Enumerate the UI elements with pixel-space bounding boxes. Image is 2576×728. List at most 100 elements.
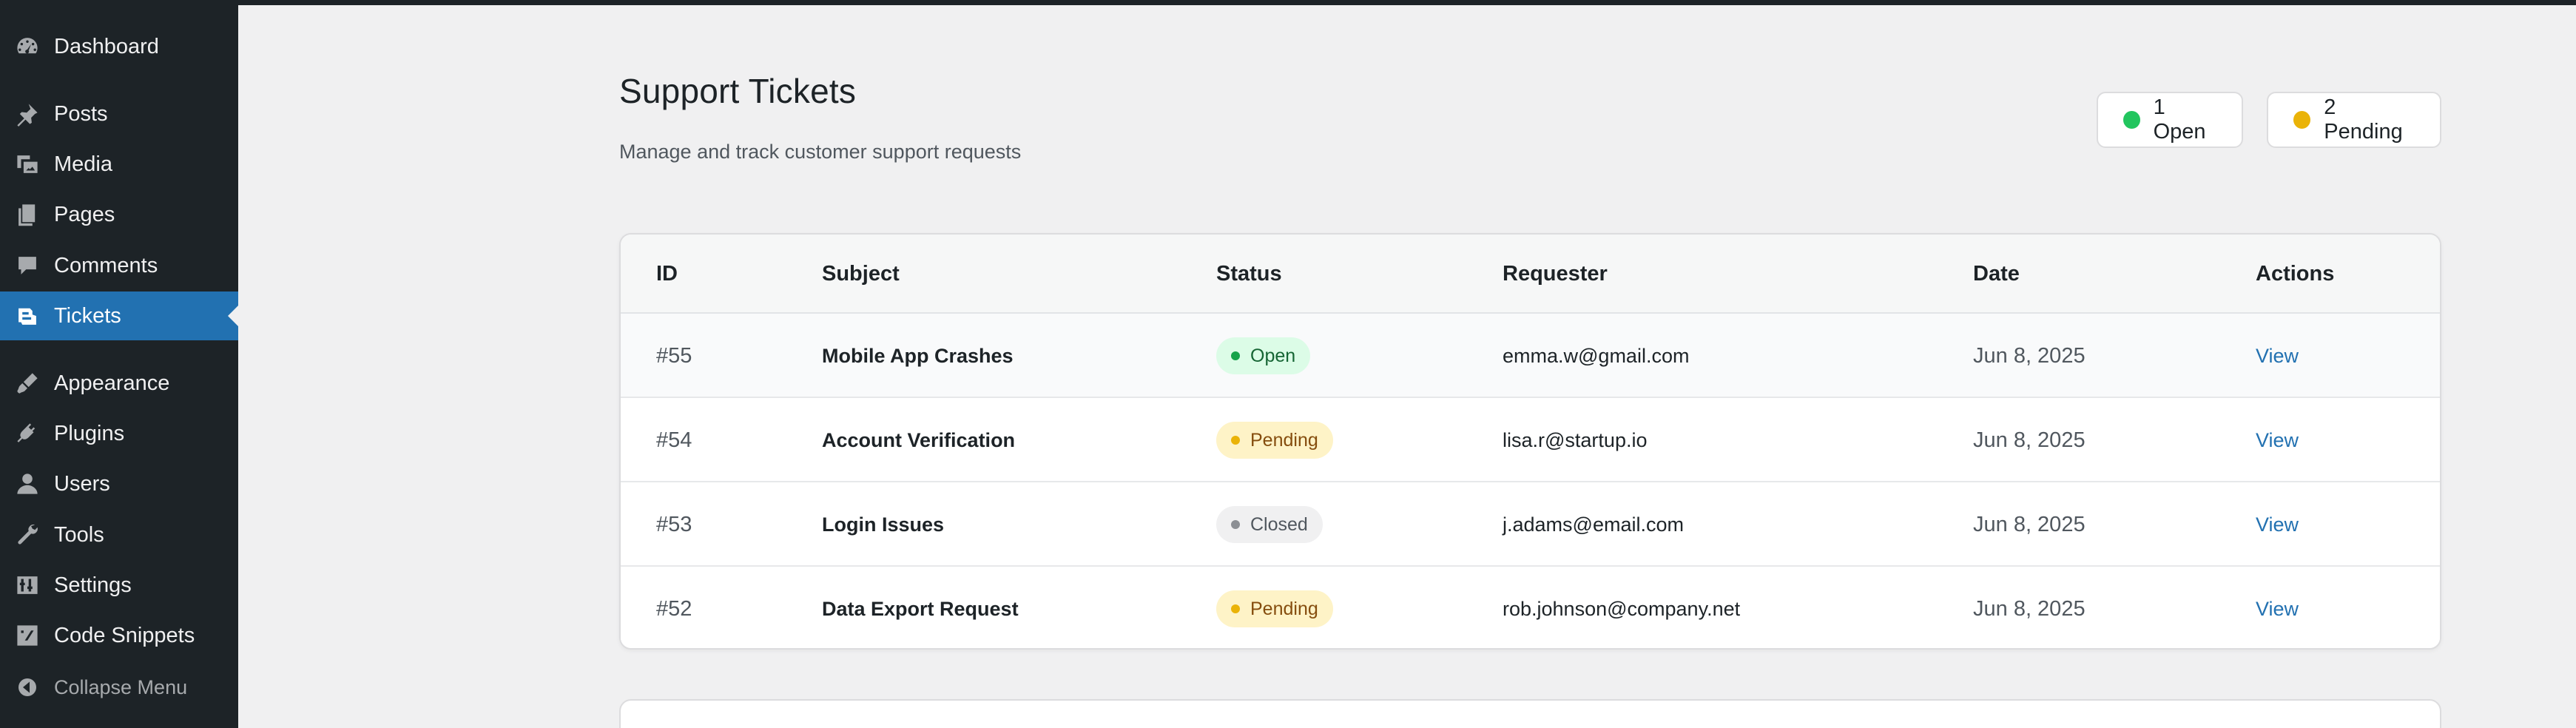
sidebar-item-label: Pages [54,202,115,226]
dashboard-icon [0,22,54,71]
ticket-subject: Data Export Request [822,597,1019,620]
collapse-menu-label: Collapse Menu [54,675,188,698]
sidebar-item-dashboard[interactable]: Dashboard [0,22,238,71]
ticket-date: Jun 8, 2025 [1973,428,2086,452]
sidebar-item-label: Users [54,471,110,496]
ticket-status-cell: Pending [1216,398,1333,482]
view-ticket-link[interactable]: View [2256,429,2299,452]
admin-top-bar [0,0,2576,5]
sidebar-item-label: Comments [54,253,158,277]
column-header-status: Status [1216,262,1282,286]
media-icon [0,140,54,189]
sidebar-item-label: Tools [54,522,104,547]
admin-sidebar: Dashboard Posts Media Pages Comments Tic… [0,0,238,728]
sidebar-item-label: Code Snippets [54,623,195,647]
table-row: #52 Data Export Request Pending rob.john… [621,567,2440,648]
column-header-subject: Subject [822,262,900,286]
open-count-label: 1 Open [2153,95,2206,144]
pages-icon [0,190,54,239]
status-badge: Pending [1216,422,1333,459]
ticket-id: #54 [656,428,692,452]
sidebar-item-label: Dashboard [54,34,159,58]
ticket-id: #53 [656,512,692,536]
ticket-date: Jun 8, 2025 [1973,343,2086,368]
ticket-date: Jun 8, 2025 [1973,596,2086,621]
column-header-id: ID [656,262,678,286]
brush-icon [0,359,54,408]
ticket-status-cell: Open [1216,314,1311,398]
sidebar-item-settings[interactable]: Settings [0,561,238,610]
sidebar-item-label: Media [54,152,112,176]
ticket-actions-cell: View [2256,314,2299,398]
ticket-subject: Account Verification [822,428,1016,451]
sidebar-item-label: Plugins [54,421,125,445]
status-label: Pending [1250,598,1318,619]
pending-count-badge: 2 Pending [2267,92,2441,148]
comment-icon [0,241,54,290]
status-badge: Pending [1216,590,1333,627]
ticket-requester: rob.johnson@company.net [1503,597,1741,620]
ticket-actions-cell: View [2256,567,2299,648]
settings-icon [0,561,54,610]
view-ticket-link[interactable]: View [2256,345,2299,368]
sidebar-item-posts[interactable]: Posts [0,90,238,138]
table-row: #55 Mobile App Crashes Open emma.w@gmail… [621,314,2440,398]
pending-status-dot-icon [2293,111,2311,129]
status-label: Closed [1250,513,1308,535]
sidebar-item-label: Tickets [54,303,121,328]
sidebar-item-comments[interactable]: Comments [0,241,238,290]
ticket-status-cell: Pending [1216,567,1333,648]
sidebar-item-label: Posts [54,101,108,126]
tickets-table: ID Subject Status Requester Date Actions… [619,233,2441,650]
column-header-requester: Requester [1503,262,1608,286]
page-title: Support Tickets [619,72,857,110]
sidebar-item-users[interactable]: Users [0,459,238,508]
status-badge: Open [1216,337,1311,374]
ticket-requester: j.adams@email.com [1503,513,1684,536]
sidebar-item-tools[interactable]: Tools [0,510,238,559]
code-icon [0,611,54,660]
page-subtitle: Manage and track customer support reques… [619,141,1022,163]
tickets-icon [0,291,54,340]
sidebar-item-label: Settings [54,573,132,597]
plug-icon [0,409,54,458]
collapse-menu-button[interactable]: Collapse Menu [0,663,238,712]
table-row: #54 Account Verification Pending lisa.r@… [621,398,2440,482]
status-dot-icon [1231,604,1240,613]
ticket-subject: Mobile App Crashes [822,344,1014,367]
user-icon [0,459,54,508]
status-dot-icon [1231,520,1240,529]
table-row: #53 Login Issues Closed j.adams@email.co… [621,482,2440,567]
sidebar-item-plugins[interactable]: Plugins [0,409,238,458]
sidebar-item-pages[interactable]: Pages [0,190,238,239]
open-count-badge: 1 Open [2097,92,2243,148]
status-label: Open [1250,345,1296,366]
wrench-icon [0,510,54,559]
ticket-id: #55 [656,343,692,368]
ticket-actions-cell: View [2256,398,2299,482]
ticket-id: #52 [656,596,692,621]
sidebar-item-label: Appearance [54,371,170,395]
ticket-requester: emma.w@gmail.com [1503,344,1690,367]
sidebar-item-appearance[interactable]: Appearance [0,359,238,408]
open-status-dot-icon [2123,111,2140,129]
ticket-status-cell: Closed [1216,482,1323,567]
table-header: ID Subject Status Requester Date Actions [621,235,2440,314]
sidebar-item-tickets[interactable]: Tickets [0,291,238,340]
view-ticket-link[interactable]: View [2256,598,2299,621]
ticket-date: Jun 8, 2025 [1973,512,2086,536]
pin-icon [0,90,54,138]
ticket-subject: Login Issues [822,513,945,536]
secondary-card [619,699,2441,728]
status-label: Pending [1250,429,1318,451]
pending-count-label: 2 Pending [2324,95,2403,144]
status-dot-icon [1231,436,1240,445]
view-ticket-link[interactable]: View [2256,513,2299,536]
ticket-requester: lisa.r@startup.io [1503,428,1648,451]
sidebar-item-media[interactable]: Media [0,140,238,189]
sidebar-item-code-snippets[interactable]: Code Snippets [0,611,238,660]
collapse-icon [0,663,54,712]
column-header-actions: Actions [2256,262,2335,286]
status-dot-icon [1231,351,1240,360]
status-badge: Closed [1216,506,1323,543]
